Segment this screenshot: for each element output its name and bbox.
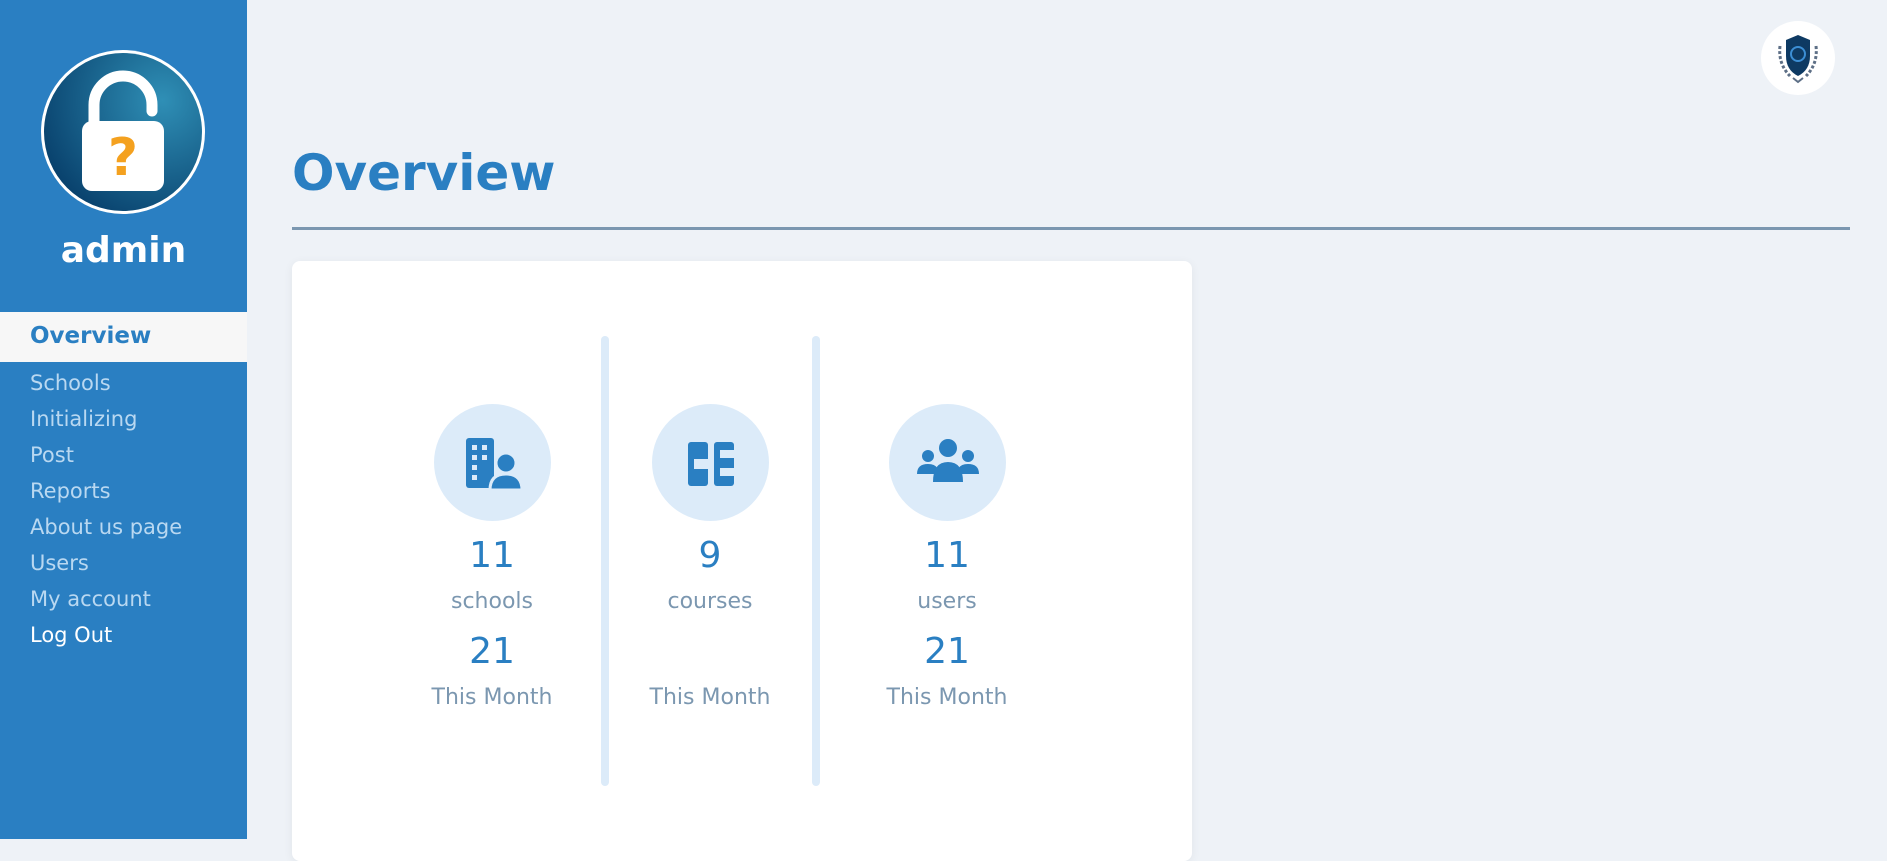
- svg-text:?: ?: [108, 128, 138, 188]
- stat-label: courses: [667, 589, 753, 614]
- avatar: ?: [41, 50, 205, 214]
- stat-icon-circle: [433, 404, 551, 521]
- sidebar-item-label: Overview: [30, 323, 152, 349]
- sidebar-item-post[interactable]: Post: [30, 440, 182, 476]
- sidebar-item-reports[interactable]: Reports: [30, 476, 182, 512]
- sidebar-item-my-account[interactable]: My account: [30, 584, 182, 620]
- stat-users: 11 users 21 This Month: [867, 404, 1027, 715]
- stat-month-count: 21: [469, 631, 515, 672]
- stat-divider: [812, 336, 820, 786]
- title-divider: [292, 227, 1850, 230]
- sidebar-item-initializing[interactable]: Initializing: [30, 404, 182, 440]
- sidebar-item-log-out[interactable]: Log Out: [30, 620, 182, 656]
- stat-month-label: This Month: [431, 685, 553, 710]
- book-columns-icon: [687, 442, 734, 486]
- building-user-icon: [465, 438, 524, 492]
- stat-month-count: 21: [924, 631, 970, 672]
- stat-schools: 11 schools 21 This Month: [412, 404, 572, 715]
- sidebar-item-overview[interactable]: Overview: [0, 312, 247, 362]
- shield-laurel-logo-icon: [1778, 35, 1818, 84]
- stat-count: 11: [924, 535, 970, 576]
- stat-courses: 9 courses This Month: [630, 404, 790, 715]
- stat-label: schools: [451, 589, 533, 614]
- sidebar: ? admin Overview Schools Initializing Po…: [0, 0, 247, 839]
- sidebar-nav: Schools Initializing Post Reports About …: [30, 368, 182, 656]
- stat-label: users: [917, 589, 977, 614]
- username: admin: [60, 230, 187, 271]
- stat-icon-circle: [888, 404, 1006, 521]
- page-title: Overview: [292, 144, 556, 202]
- stat-count: 11: [469, 535, 515, 576]
- stat-count: 9: [698, 535, 722, 576]
- sidebar-item-users[interactable]: Users: [30, 548, 182, 584]
- stat-month-label: This Month: [649, 685, 771, 710]
- sidebar-item-schools[interactable]: Schools: [30, 368, 182, 404]
- stat-month-count: [630, 629, 790, 675]
- users-group-icon: [916, 439, 979, 482]
- stat-icon-circle: [651, 404, 769, 521]
- stat-divider: [601, 336, 609, 786]
- header-logo[interactable]: [1761, 21, 1835, 95]
- sidebar-item-about-us-page[interactable]: About us page: [30, 512, 182, 548]
- unlocked-padlock-question-icon: ?: [44, 53, 202, 211]
- stat-month-label: This Month: [886, 685, 1008, 710]
